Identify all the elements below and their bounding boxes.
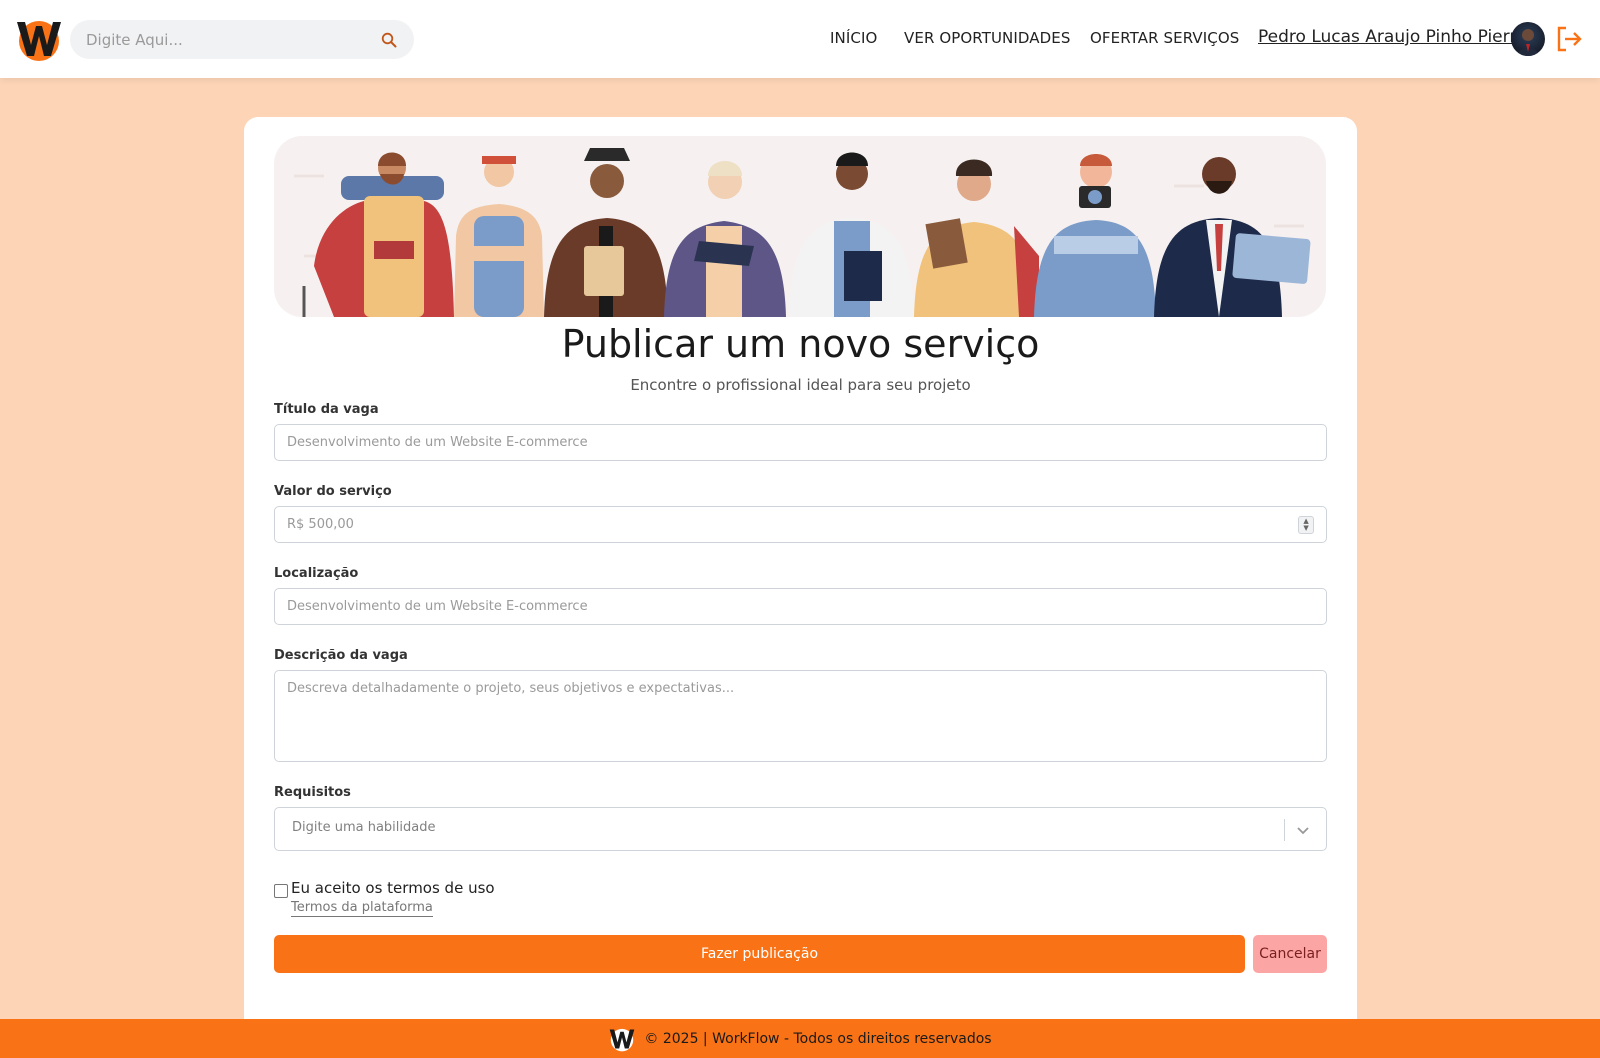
chevron-down-icon[interactable] <box>1293 820 1313 840</box>
valor-field: ▲▼ <box>274 506 1327 543</box>
nav-ofertar-servicos[interactable]: OFERTAR SERVIÇOS <box>1090 29 1239 47</box>
titulo-input[interactable] <box>287 435 1314 450</box>
requisitos-select[interactable] <box>274 807 1327 851</box>
publish-button[interactable]: Fazer publicação <box>274 935 1245 973</box>
footer-logo-icon <box>608 1026 636 1052</box>
logout-icon[interactable] <box>1554 24 1584 54</box>
localizacao-label: Localização <box>274 566 359 581</box>
titulo-field <box>274 424 1327 461</box>
localizacao-input[interactable] <box>287 599 1314 614</box>
nav-inicio[interactable]: INÍCIO <box>830 29 877 47</box>
descricao-textarea[interactable] <box>287 681 1314 751</box>
nav-ver-oportunidades[interactable]: VER OPORTUNIDADES <box>904 29 1071 47</box>
workflow-logo[interactable] <box>14 16 64 62</box>
avatar[interactable] <box>1511 22 1545 56</box>
terms-checkbox[interactable] <box>274 884 288 898</box>
search-input[interactable] <box>86 30 380 49</box>
requisitos-input[interactable] <box>292 820 1192 835</box>
footer-copyright: © 2025 | WorkFlow - Todos os direitos re… <box>644 1030 992 1047</box>
user-profile-link[interactable]: Pedro Lucas Araujo Pinho Pierre <box>1258 27 1526 47</box>
page-subtitle: Encontre o profissional ideal para seu p… <box>630 376 971 394</box>
search-bar <box>70 20 414 59</box>
page-title: Publicar um novo serviço <box>561 322 1040 366</box>
terms-link[interactable]: Termos da plataforma <box>291 900 433 917</box>
professionals-banner <box>274 136 1326 317</box>
valor-label: Valor do serviço <box>274 484 392 499</box>
localizacao-field <box>274 588 1327 625</box>
stepper-down-icon[interactable]: ▼ <box>1303 524 1308 532</box>
cancel-button[interactable]: Cancelar <box>1253 935 1327 973</box>
search-icon[interactable] <box>380 31 398 49</box>
footer: © 2025 | WorkFlow - Todos os direitos re… <box>0 1019 1600 1058</box>
titulo-label: Título da vaga <box>274 402 379 417</box>
requisitos-label: Requisitos <box>274 785 351 800</box>
valor-input[interactable] <box>287 517 1299 532</box>
top-navbar: INÍCIO VER OPORTUNIDADES OFERTAR SERVIÇO… <box>0 0 1600 78</box>
descricao-field <box>274 670 1327 762</box>
valor-stepper[interactable]: ▲ ▼ <box>1298 515 1314 534</box>
descricao-label: Descrição da vaga <box>274 648 408 663</box>
terms-checkbox-label[interactable]: Eu aceito os termos de uso <box>291 879 495 897</box>
select-separator <box>1284 819 1285 841</box>
